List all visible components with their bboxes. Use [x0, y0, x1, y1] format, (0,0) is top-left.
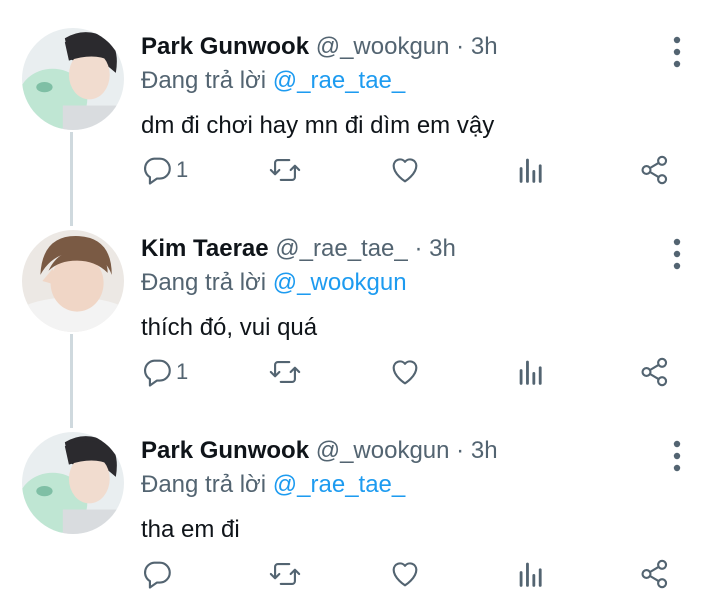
views-button[interactable] — [514, 350, 548, 394]
avatar-park-gunwook-image — [22, 432, 124, 534]
heart-icon — [392, 360, 418, 385]
replying-to-handle[interactable]: @_rae_tae_ — [273, 471, 405, 498]
avatar[interactable] — [22, 432, 124, 534]
retweet-button[interactable] — [268, 148, 302, 192]
share-icon — [641, 357, 668, 387]
replying-to-handle[interactable]: @_wookgun — [273, 269, 407, 296]
replying-to-label: Đang trả lời — [141, 269, 267, 296]
more-vertical-icon[interactable] — [664, 34, 690, 70]
reply-button[interactable]: 1 — [140, 350, 188, 394]
replying-to: Đang trả lời @_rae_tae_ — [141, 470, 405, 500]
analytics-icon — [519, 562, 542, 587]
reply-button[interactable]: 1 — [140, 148, 188, 192]
separator-dot: · — [456, 33, 465, 60]
heart-icon — [392, 562, 418, 587]
share-icon — [641, 155, 668, 185]
action-bar: 1 — [0, 350, 720, 394]
user-handle[interactable]: @_wookgun — [316, 33, 450, 60]
display-name[interactable]: Park Gunwook — [141, 33, 309, 60]
replying-to-label: Đang trả lời — [141, 67, 267, 94]
analytics-icon — [519, 360, 542, 385]
separator-dot: · — [456, 437, 465, 464]
action-bar: 1 — [0, 148, 720, 192]
share-button[interactable] — [638, 148, 672, 192]
user-handle[interactable]: @_wookgun — [316, 437, 450, 464]
tweet[interactable]: Park Gunwook @_wookgun · 3h Đang trả lời… — [0, 0, 720, 202]
share-button[interactable] — [638, 552, 672, 596]
retweet-icon — [269, 563, 301, 585]
retweet-button[interactable] — [268, 552, 302, 596]
display-name[interactable]: Park Gunwook — [141, 437, 309, 464]
separator-dot: · — [414, 235, 423, 262]
tweet-header: Park Gunwook @_wookgun · 3h — [141, 436, 498, 466]
retweet-button[interactable] — [268, 350, 302, 394]
avatar[interactable] — [22, 230, 124, 332]
user-handle[interactable]: @_rae_tae_ — [275, 235, 407, 262]
tweet[interactable]: Kim Taerae @_rae_tae_ · 3h Đang trả lời … — [0, 202, 720, 404]
replying-to-label: Đang trả lời — [141, 471, 267, 498]
reply-count: 1 — [176, 157, 189, 182]
timestamp[interactable]: 3h — [429, 235, 456, 262]
more-vertical-icon[interactable] — [664, 438, 690, 474]
action-bar — [0, 552, 720, 596]
like-button[interactable] — [388, 552, 422, 596]
tweet-text: dm đi chơi hay mn đi dìm em vậy — [141, 112, 495, 139]
tweet-header: Kim Taerae @_rae_tae_ · 3h — [141, 234, 456, 264]
analytics-icon — [519, 158, 542, 183]
reply-icon — [143, 561, 171, 589]
views-button[interactable] — [514, 148, 548, 192]
replying-to-handle[interactable]: @_rae_tae_ — [273, 67, 405, 94]
like-button[interactable] — [388, 148, 422, 192]
reply-icon — [143, 359, 171, 387]
like-button[interactable] — [388, 350, 422, 394]
reply-icon — [143, 157, 171, 185]
reply-count: 1 — [176, 359, 189, 384]
tweet[interactable]: Park Gunwook @_wookgun · 3h Đang trả lời… — [0, 404, 720, 606]
tweet-text: tha em đi — [141, 516, 240, 543]
share-icon — [641, 559, 668, 589]
tweet-text: thích đó, vui quá — [141, 314, 318, 341]
replying-to: Đang trả lời @_rae_tae_ — [141, 66, 405, 96]
avatar-park-gunwook-image — [22, 28, 124, 130]
share-button[interactable] — [638, 350, 672, 394]
tweet-header: Park Gunwook @_wookgun · 3h — [141, 32, 498, 62]
retweet-icon — [269, 159, 301, 181]
timestamp[interactable]: 3h — [471, 33, 498, 60]
views-button[interactable] — [514, 552, 548, 596]
replying-to: Đang trả lời @_wookgun — [141, 268, 407, 298]
avatar[interactable] — [22, 28, 124, 130]
reply-button[interactable] — [140, 552, 176, 596]
avatar-kim-taerae-image — [22, 230, 124, 332]
more-vertical-icon[interactable] — [664, 236, 690, 272]
retweet-icon — [269, 361, 301, 383]
display-name[interactable]: Kim Taerae — [141, 235, 269, 262]
timestamp[interactable]: 3h — [471, 437, 498, 464]
heart-icon — [392, 158, 418, 183]
